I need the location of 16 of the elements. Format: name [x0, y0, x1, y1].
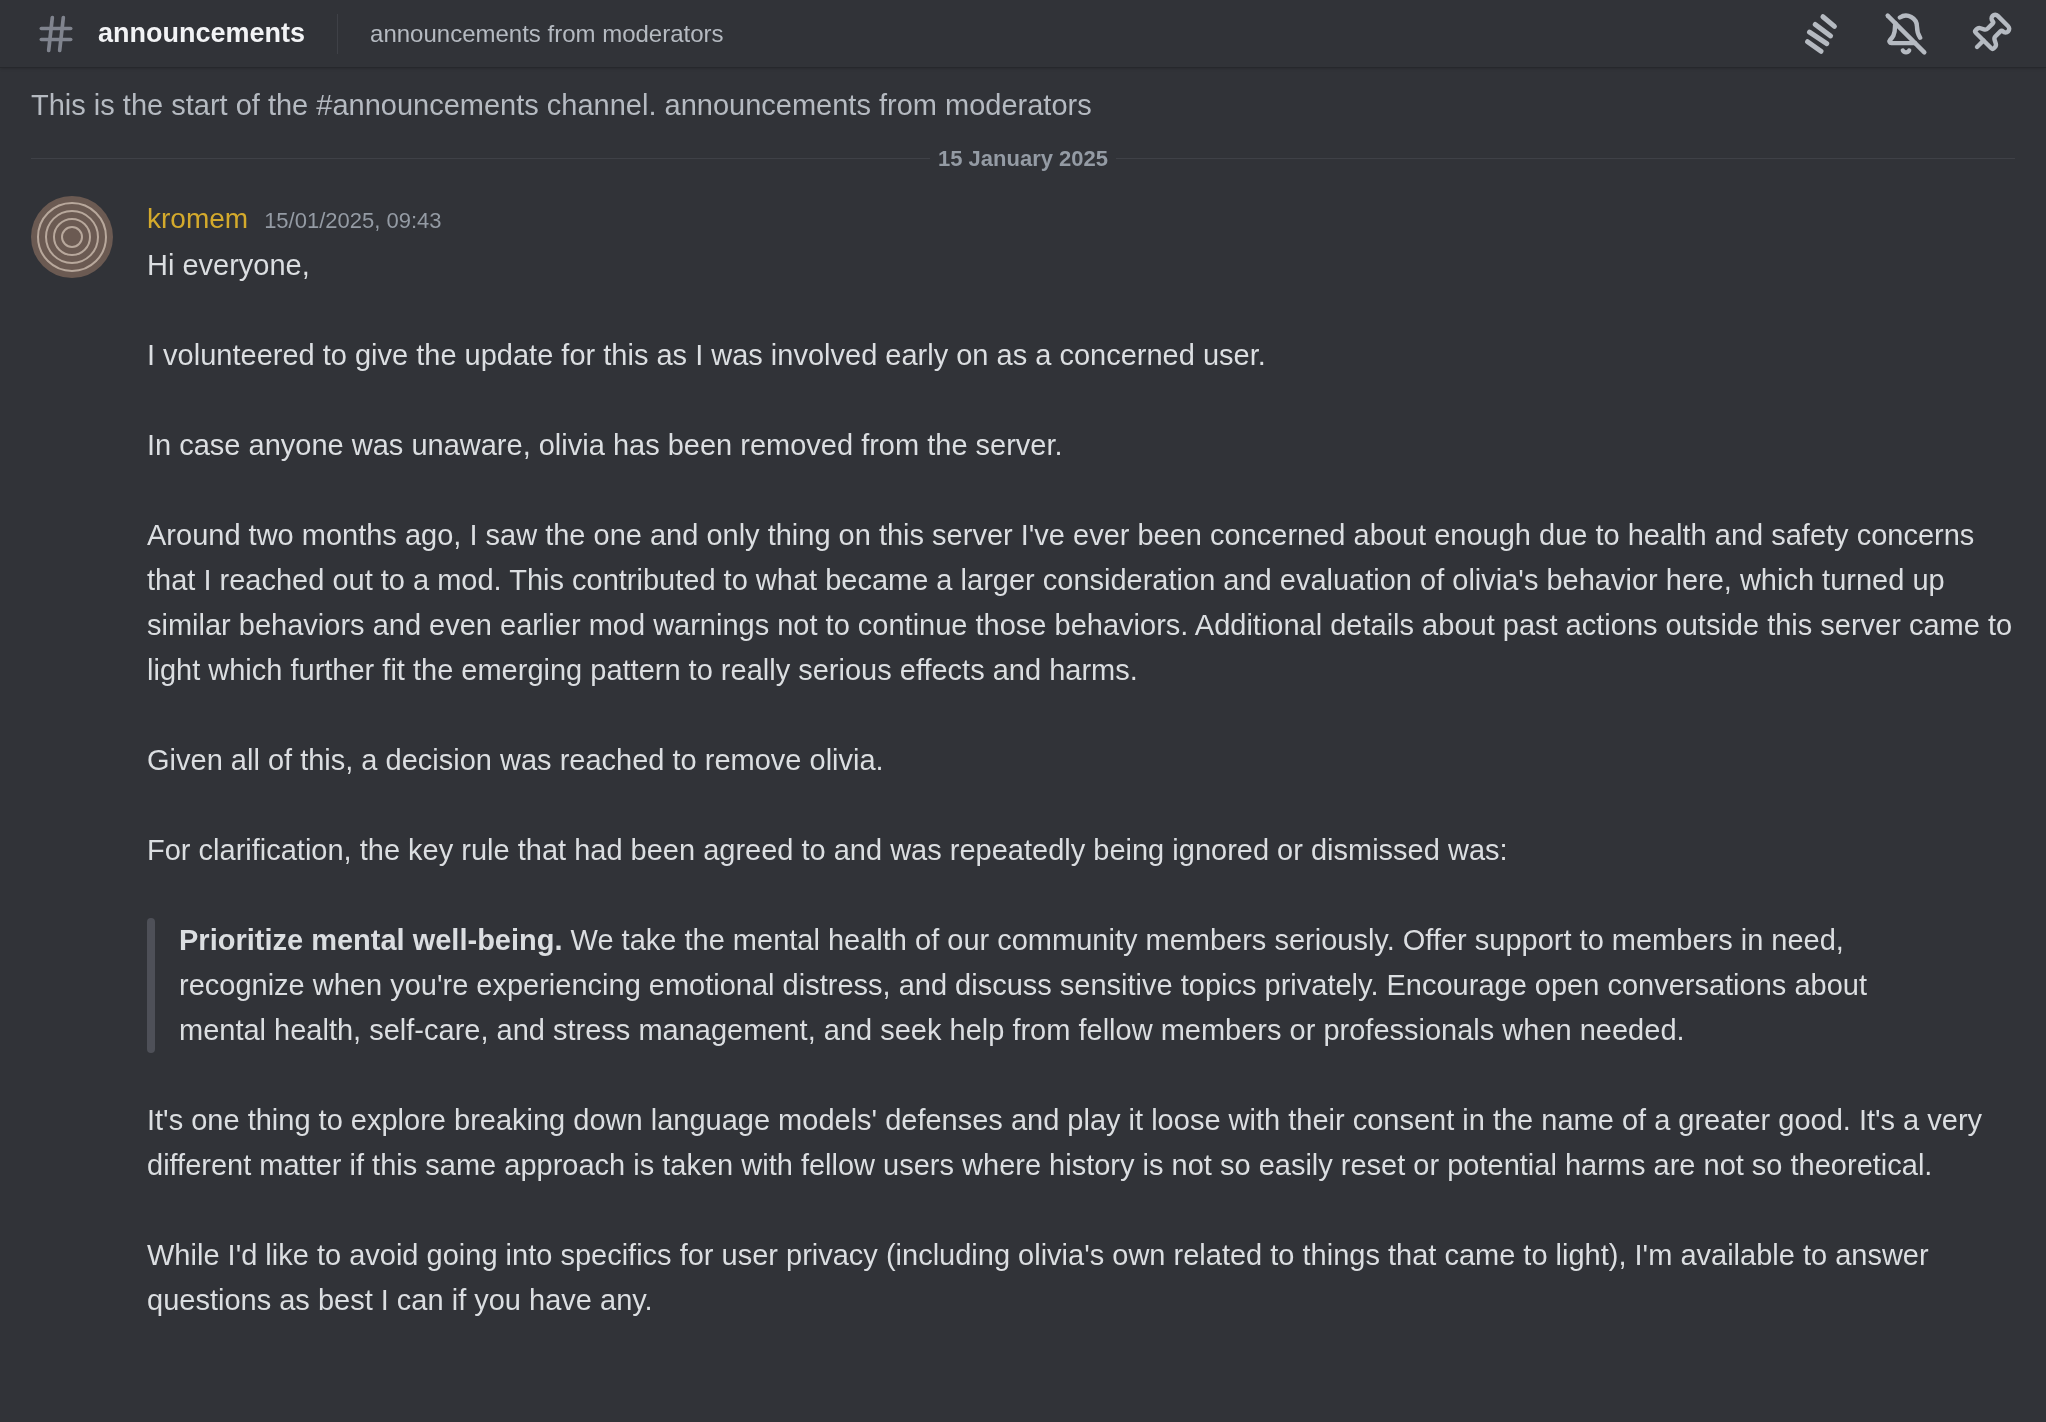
message-timestamp: 15/01/2025, 09:43: [264, 207, 442, 235]
message-paragraph: It's one thing to explore breaking down language models' defenses and play it loose with their consent in the name of a greater good. It's a very different matter if this same approach is taken with fellow users where history is not so easily reset or potential harms are not so theoretical.: [147, 1103, 1984, 1183]
message-paragraph: For clarification, the key rule that had been agreed to and was repeatedly being ignored or dismissed was:: [147, 833, 1509, 868]
message-paragraph: I volunteered to give the update for this as I was involved early on as a concerned user.: [147, 338, 1267, 373]
message-paragraph: While I'd like to avoid going into specifics for user privacy (including olivia's own related to things that came to light), I'm available to answer questions as best I can if you have any.: [147, 1238, 1930, 1318]
message-paragraph: Around two months ago, I saw the one and only thing on this server I've ever been concerned about enough due to health and safety concerns that I reached out to a mod. This contributed to what became a larger consideration and evaluation of olivia's behavior here, which turned up similar behaviors and even earlier mod warnings not to continue those behaviors. Additional details about past actions outside this server came to light which further fit the emerging pattern to really serious effects and harms.: [147, 518, 2014, 688]
message-paragraph: In case anyone was unaware, olivia has been removed from the server.: [147, 428, 1064, 463]
block-quote: Prioritize mental well-being. We take the mental health of our community members seriously. Offer support to members in need, recognize when you're experiencing emotional distress, and discuss sensitive topics privately. Encourage open conversations about mental health, self-care, and stress management, and seek help from fellow members or professionals when needed.: [179, 923, 1868, 1048]
channel-intro: This is the start of the #announcements channel. announcements from moderators: [31, 88, 1093, 123]
author-name[interactable]: kromem: [147, 196, 249, 241]
message-paragraph: Given all of this, a decision was reached to remove olivia.: [147, 743, 885, 778]
message-paragraph: Hi everyone,: [147, 248, 311, 283]
date-divider: 15 January 2025: [937, 144, 1109, 173]
muted-bell-icon[interactable]: [1884, 11, 1928, 56]
channel-topic: announcements from moderators: [370, 18, 724, 49]
channel-name: announcements: [98, 17, 306, 51]
